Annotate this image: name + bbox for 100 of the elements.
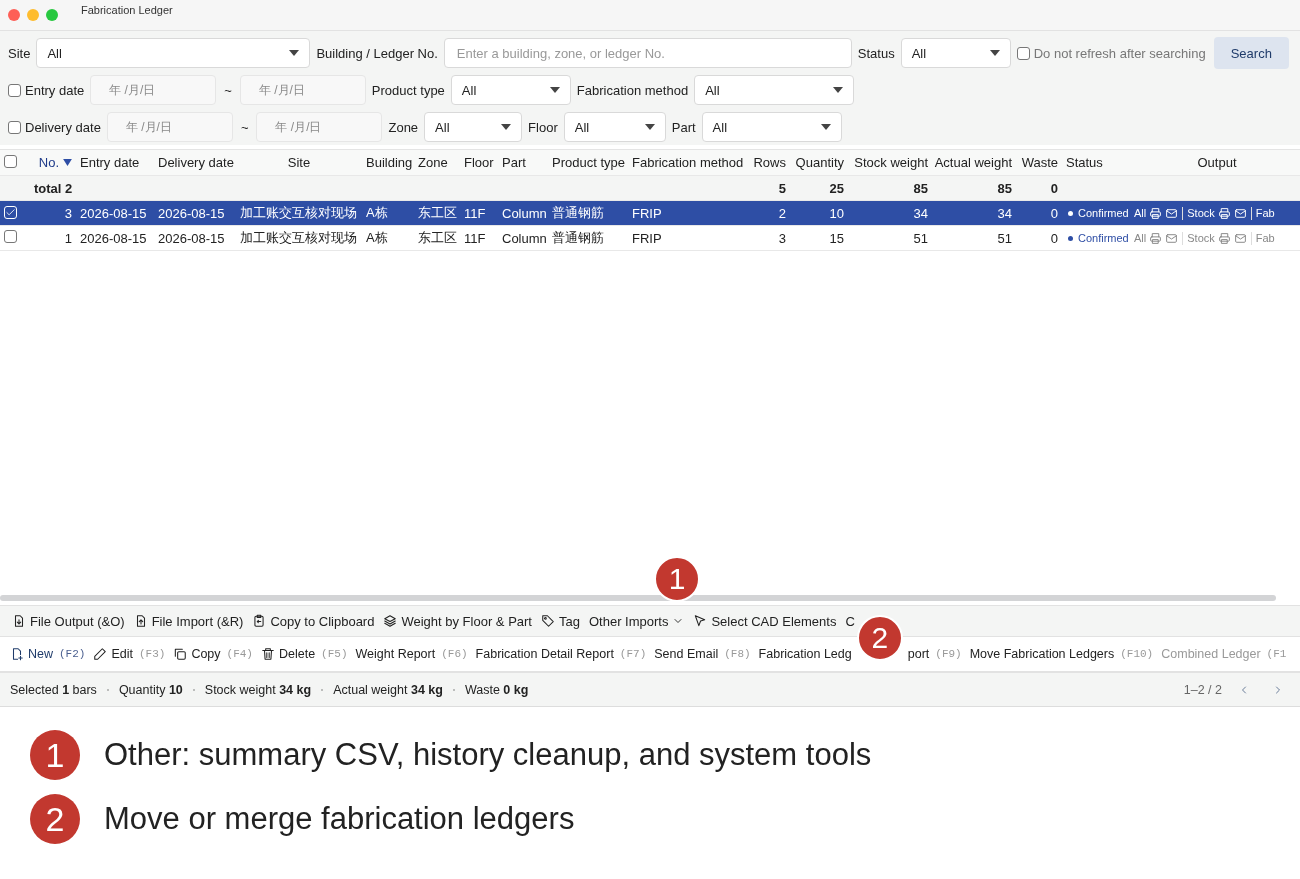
- callout-marker: 1: [654, 556, 700, 602]
- date-field[interactable]: 年 /月/日: [256, 112, 383, 142]
- search-button[interactable]: Search: [1213, 37, 1289, 69]
- scrollbar[interactable]: [0, 595, 1276, 601]
- column-header[interactable]: Site: [236, 155, 362, 170]
- trash-icon: [260, 647, 275, 661]
- action-button[interactable]: Weight Report (F6): [355, 647, 468, 661]
- output-link[interactable]: Fab: [1255, 207, 1279, 219]
- printer-icon: [1149, 206, 1163, 220]
- toolbar-button[interactable]: File Import (&R): [133, 613, 244, 629]
- printer-icon: [1217, 231, 1231, 245]
- dropdown-field[interactable]: All: [701, 112, 842, 142]
- mail-icon: [1233, 206, 1247, 220]
- column-header[interactable]: Entry date: [76, 155, 154, 170]
- dropdown-field[interactable]: All: [900, 38, 1011, 68]
- toolbar-button[interactable]: Select CAD Elements: [693, 613, 837, 629]
- mail-icon: [1233, 231, 1247, 245]
- column-header[interactable]: Waste: [1016, 155, 1062, 170]
- column-header[interactable]: Product type: [548, 155, 628, 170]
- action-button[interactable]: New (F2): [10, 647, 86, 661]
- printer-icon: [1149, 231, 1163, 245]
- minimize-button[interactable]: [27, 9, 39, 21]
- clipboard-icon: [252, 614, 267, 628]
- table-cell: 34: [997, 205, 1012, 221]
- dropdown-field[interactable]: All: [36, 38, 311, 68]
- close-button[interactable]: [8, 9, 20, 21]
- table-cell: A栋: [366, 230, 388, 245]
- filter-label: Site: [8, 45, 31, 61]
- table-cell: 51: [997, 230, 1012, 246]
- caret-icon: [833, 87, 844, 93]
- tag-icon: [541, 614, 555, 628]
- dropdown-field[interactable]: All: [424, 112, 523, 142]
- caret-icon: [549, 87, 560, 93]
- table-cell: 15: [829, 230, 844, 246]
- column-header[interactable]: Fabrication method: [628, 155, 750, 170]
- table-cell: 0: [1050, 205, 1058, 221]
- summary-text: Selected 1 bars: [10, 682, 97, 697]
- refresh-checkbox[interactable]: Do not refresh after searching: [1016, 45, 1206, 61]
- output-link[interactable]: All: [1134, 206, 1184, 220]
- action-button[interactable]: Fabrication Detail Report (F7): [475, 647, 647, 661]
- output-link[interactable]: Stock: [1187, 206, 1252, 220]
- output-link[interactable]: Fab: [1255, 232, 1279, 244]
- action-button[interactable]: port (F9): [907, 647, 962, 661]
- toolbar-button[interactable]: Weight by Floor & Part: [383, 613, 532, 629]
- action-button[interactable]: Send Email (F8): [654, 647, 751, 661]
- column-header[interactable]: Floor: [460, 155, 498, 170]
- table-cell: 11F: [464, 230, 486, 246]
- table-row[interactable]: 1 2026-08-15 2026-08-15 加工账交互核对现场 A栋 东工区 11F Column 普通钢筋 FRIP 3 15 51 51 0 Confirmed All Stock Fab: [0, 226, 1300, 251]
- column-header[interactable]: Part: [498, 155, 548, 170]
- toolbar-button[interactable]: File Output (&O): [12, 613, 125, 629]
- table-cell: 东工区: [418, 230, 457, 245]
- printer-icon: [1217, 206, 1231, 220]
- column-header[interactable]: Zone: [414, 155, 460, 170]
- toolbar-button[interactable]: Other Imports: [588, 613, 685, 629]
- row-checkbox[interactable]: [4, 230, 17, 243]
- pagination-text: 1–2 / 2: [1183, 682, 1222, 697]
- action-button[interactable]: Fabrication Ledg: [758, 647, 852, 661]
- table-cell: 普通钢筋: [552, 205, 604, 220]
- column-header[interactable]: Delivery date: [154, 155, 236, 170]
- dropdown-field[interactable]: All: [563, 112, 666, 142]
- action-button[interactable]: Delete (F5): [260, 647, 348, 661]
- filter-label: Fabrication method: [576, 82, 689, 98]
- dropdown-field[interactable]: All: [450, 75, 571, 105]
- file-plus-icon: [10, 647, 24, 661]
- table-row[interactable]: 3 2026-08-15 2026-08-15 加工账交互核对现场 A栋 东工区 11F Column 普通钢筋 FRIP 2 10 34 34 0 Confirmed All Stock Fab: [0, 201, 1300, 226]
- column-header[interactable]: Building: [362, 155, 414, 170]
- action-button[interactable]: Move Fabrication Ledgers (F10): [969, 647, 1154, 661]
- column-header[interactable]: Actual weight: [932, 155, 1016, 170]
- search-field[interactable]: Enter a building, zone, or ledger No.: [443, 38, 852, 68]
- table-cell: Column: [502, 205, 547, 221]
- row-checkbox[interactable]: [4, 154, 17, 168]
- output-link[interactable]: Stock: [1187, 231, 1252, 245]
- table-cell: 加工账交互核对现场: [240, 230, 357, 245]
- maximize-button[interactable]: [46, 9, 58, 21]
- column-header[interactable]: No.: [30, 155, 76, 170]
- table-cell: 2026-08-15: [158, 205, 225, 221]
- total-cell-text: 5: [777, 180, 787, 196]
- toolbar-button[interactable]: C: [845, 613, 855, 629]
- pencil-icon: [93, 647, 108, 661]
- date-checkbox[interactable]: Entry date: [8, 82, 85, 98]
- column-header[interactable]: Quantity: [790, 155, 848, 170]
- check-icon: [5, 206, 16, 218]
- dropdown-field[interactable]: All: [694, 75, 855, 105]
- table-cell: 0: [1050, 230, 1058, 246]
- output-link[interactable]: All: [1134, 231, 1184, 245]
- table-cell: 2026-08-15: [158, 230, 225, 246]
- column-header[interactable]: Output: [1134, 155, 1300, 170]
- toolbar-button[interactable]: Copy to Clipboard: [252, 613, 375, 629]
- sort-icon[interactable]: [63, 159, 72, 166]
- action-button[interactable]: Copy (F4): [173, 647, 253, 661]
- column-header[interactable]: Status: [1062, 155, 1134, 170]
- date-field[interactable]: 年 /月/日: [239, 75, 366, 105]
- column-header[interactable]: Rows: [750, 155, 790, 170]
- date-field[interactable]: 年 /月/日: [106, 112, 233, 142]
- toolbar-button[interactable]: Tag: [541, 613, 580, 629]
- table-cell: 东工区: [418, 205, 457, 220]
- date-checkbox[interactable]: Delivery date: [8, 119, 101, 135]
- action-button[interactable]: Edit (F3): [93, 647, 166, 661]
- date-field[interactable]: 年 /月/日: [90, 75, 217, 105]
- column-header[interactable]: Stock weight: [848, 155, 932, 170]
